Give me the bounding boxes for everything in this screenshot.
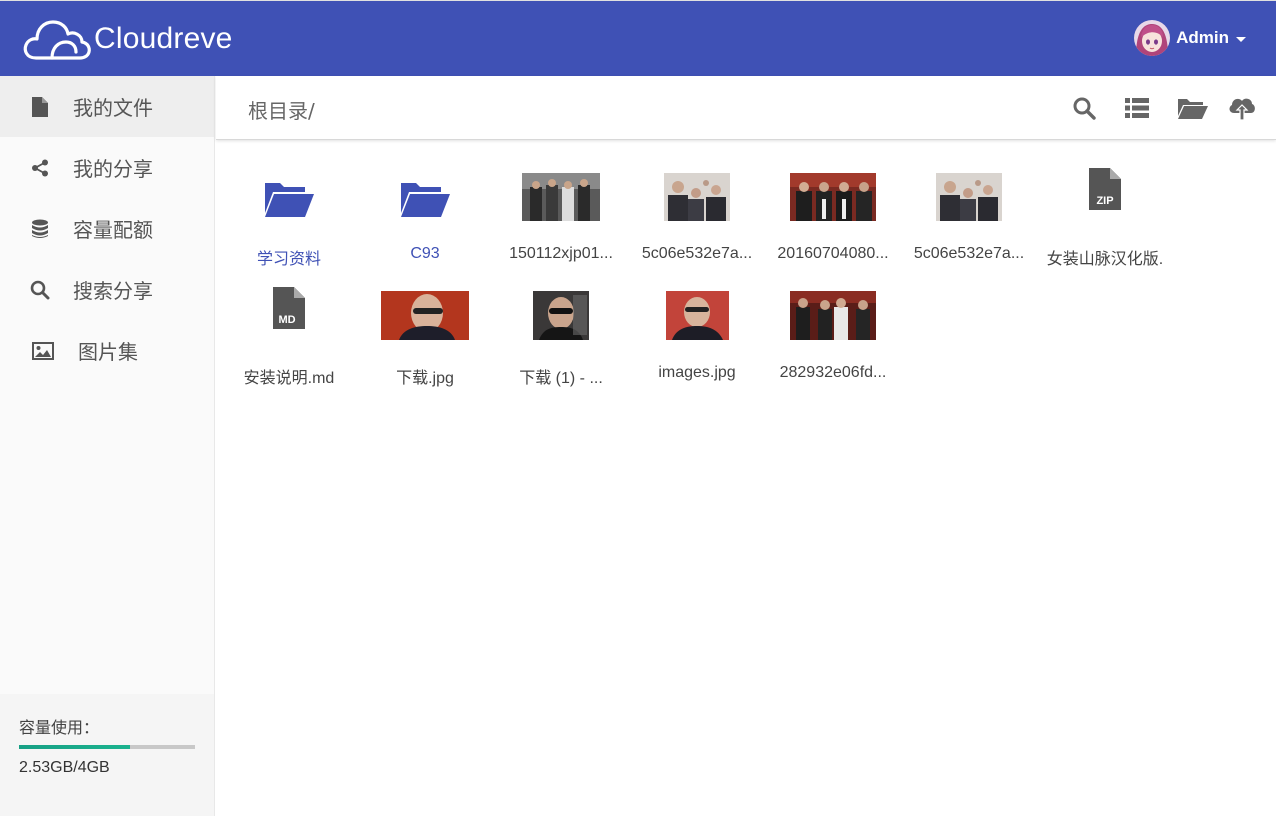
folder-icon xyxy=(401,183,450,217)
image-thumbnail xyxy=(533,291,589,340)
sidebar-item-gallery[interactable]: 图片集 xyxy=(0,320,214,381)
svg-text:ZIP: ZIP xyxy=(1096,195,1113,207)
storage-panel: 容量使用： 2.53GB/4GB xyxy=(0,694,214,816)
open-folder-button[interactable] xyxy=(1176,94,1210,122)
search-icon xyxy=(1073,97,1096,120)
sidebar-item-label: 我的文件 xyxy=(73,96,153,120)
app-title: Cloudreve xyxy=(94,22,233,55)
image-thumbnail xyxy=(790,173,876,221)
image-file-item[interactable]: images.jpg xyxy=(629,282,765,386)
image-thumbnail xyxy=(522,173,600,221)
sidebar-item-my-shares[interactable]: 我的分享 xyxy=(0,137,214,198)
file-name: 学习资料 xyxy=(256,251,321,268)
file-grid: 学习资料 C93 150112xjp01... 5c06e532e7a... 2… xyxy=(216,141,1276,816)
image-icon xyxy=(31,341,55,361)
toolbar: 根目录/ xyxy=(216,76,1276,140)
image-file-item[interactable]: 20160704080... xyxy=(765,163,901,267)
file-name: images.jpg xyxy=(658,364,736,381)
app-header: Cloudreve Admin xyxy=(0,0,1276,76)
folder-icon xyxy=(265,183,314,217)
search-icon xyxy=(30,280,50,300)
sidebar-item-label: 容量配额 xyxy=(73,218,153,242)
svg-text:MD: MD xyxy=(278,314,295,326)
image-file-item[interactable]: 282932e06fd... xyxy=(765,282,901,386)
share-icon xyxy=(30,158,50,178)
file-icon xyxy=(30,96,50,117)
breadcrumb[interactable]: 根目录/ xyxy=(248,95,315,124)
zip-file-icon: ZIP xyxy=(1089,168,1121,210)
sidebar: 我的文件 我的分享 容量配额 搜索分享 图片集 容量使用： 2.53GB/4GB xyxy=(0,76,215,816)
caret-down-icon[interactable] xyxy=(1236,36,1246,42)
file-name: 5c06e532e7a... xyxy=(913,245,1025,262)
sidebar-item-label: 图片集 xyxy=(78,340,138,364)
md-file-item[interactable]: MD 安装说明.md xyxy=(221,282,357,387)
cloud-logo-icon xyxy=(23,20,91,60)
user-name[interactable]: Admin xyxy=(1176,28,1229,48)
upload-button[interactable] xyxy=(1228,94,1256,122)
file-name: 20160704080... xyxy=(777,245,889,262)
markdown-file-icon: MD xyxy=(273,287,305,329)
file-name: C93 xyxy=(410,245,440,262)
image-thumbnail xyxy=(936,173,1002,221)
sidebar-item-label: 我的分享 xyxy=(73,157,153,181)
zip-file-item[interactable]: ZIP 女装山脉汉化版. xyxy=(1037,163,1173,268)
image-file-item[interactable]: 150112xjp01... xyxy=(493,163,629,267)
avatar[interactable] xyxy=(1134,20,1171,56)
folder-item[interactable]: 学习资料 xyxy=(221,163,357,268)
image-file-item[interactable]: 5c06e532e7a... xyxy=(901,163,1037,267)
file-name: 5c06e532e7a... xyxy=(641,245,753,262)
file-name: 下载 (1) - ... xyxy=(519,370,603,387)
sidebar-item-search-shares[interactable]: 搜索分享 xyxy=(0,259,214,320)
image-thumbnail xyxy=(664,173,730,221)
list-view-button[interactable] xyxy=(1123,94,1151,122)
image-file-item[interactable]: 下载.jpg xyxy=(357,282,493,387)
storage-progress-fill xyxy=(19,745,130,749)
list-view-icon xyxy=(1125,98,1149,118)
image-file-item[interactable]: 下载 (1) - ... xyxy=(493,282,629,387)
sidebar-item-my-files[interactable]: 我的文件 xyxy=(0,76,214,137)
file-name: 150112xjp01... xyxy=(509,245,613,262)
file-name: 下载.jpg xyxy=(396,370,454,387)
sidebar-item-label: 搜索分享 xyxy=(73,279,153,303)
file-name: 282932e06fd... xyxy=(779,364,887,381)
image-thumbnail xyxy=(381,291,469,340)
logo[interactable]: Cloudreve xyxy=(22,9,233,69)
storage-usage-text: 2.53GB/4GB xyxy=(19,759,110,776)
search-button[interactable] xyxy=(1070,94,1098,122)
image-thumbnail xyxy=(790,291,876,340)
storage-progress-bar xyxy=(19,745,195,749)
file-name: 女装山脉汉化版. xyxy=(1046,251,1164,268)
image-thumbnail xyxy=(665,291,729,340)
folder-open-icon xyxy=(1178,99,1208,119)
storage-label: 容量使用： xyxy=(19,718,100,737)
sidebar-item-quota[interactable]: 容量配额 xyxy=(0,198,214,259)
database-icon xyxy=(30,219,50,239)
folder-item[interactable]: C93 xyxy=(357,163,493,267)
image-file-item[interactable]: 5c06e532e7a... xyxy=(629,163,765,267)
upload-cloud-icon xyxy=(1229,98,1255,121)
file-name: 安装说明.md xyxy=(243,370,335,387)
user-menu[interactable]: Admin xyxy=(1134,20,1246,56)
